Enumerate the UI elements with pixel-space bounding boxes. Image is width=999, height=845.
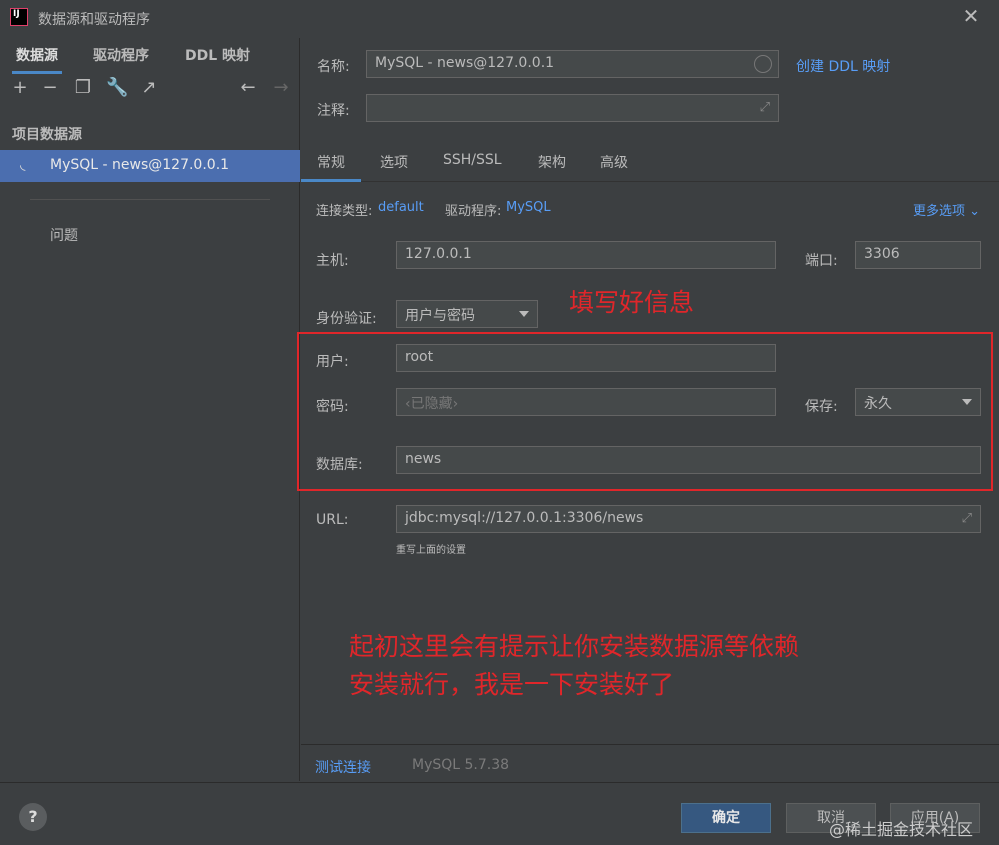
color-circle-icon[interactable] (754, 55, 772, 73)
password-field[interactable]: ‹已隐藏› (396, 388, 776, 416)
save-select[interactable]: 永久 (855, 388, 981, 416)
project-datasources-label: 项目数据源 (12, 127, 82, 143)
name-label: 名称: (317, 59, 350, 75)
tab-ddl-mappings[interactable]: DDL 映射 (185, 45, 250, 65)
url-hint: 重写上面的设置 (396, 545, 466, 556)
host-field[interactable]: 127.0.0.1 (396, 241, 776, 269)
tab-options[interactable]: 选项 (380, 152, 408, 172)
help-icon[interactable]: ? (19, 803, 47, 831)
user-label: 用户: (316, 354, 349, 370)
create-ddl-mapping-link[interactable]: 创建 DDL 映射 (796, 56, 890, 76)
auth-label: 身份验证: (316, 311, 377, 327)
sidebar: 数据源 驱动程序 DDL 映射 + − ❐ 🔧 ↗ ← → 项目数据源 ◟ My… (0, 38, 300, 781)
annotation-install-line2: 安装就行，我是一下安装好了 (349, 670, 675, 699)
ok-button[interactable]: 确定 (681, 803, 771, 833)
dialog-footer: ? 确定 取消 应用(A) @稀土掘金技术社区 (0, 782, 999, 845)
auth-select[interactable]: 用户与密码 (396, 300, 538, 328)
comment-field[interactable]: ⤢ (366, 94, 779, 122)
forward-arrow-icon[interactable]: → (271, 78, 291, 98)
url-value: jdbc:mysql://127.0.0.1:3306/news (405, 510, 644, 526)
watermark: @稀土掘金技术社区 (829, 820, 974, 839)
auth-value: 用户与密码 (405, 308, 475, 324)
port-field[interactable]: 3306 (855, 241, 981, 269)
remove-icon[interactable]: − (40, 78, 60, 98)
dropdown-caret-icon (962, 399, 972, 405)
save-value: 永久 (864, 396, 892, 412)
mysql-dolphin-icon: ◟ (20, 157, 26, 173)
dropdown-caret-icon (519, 311, 529, 317)
name-field[interactable]: MySQL - news@127.0.0.1 (366, 50, 779, 78)
host-label: 主机: (316, 253, 349, 269)
database-label: 数据库: (316, 457, 363, 473)
window-title: 数据源和驱动程序 (38, 12, 150, 28)
port-label: 端口: (805, 253, 838, 269)
server-version: MySQL 5.7.38 (412, 757, 510, 773)
sidebar-tabs: 数据源 驱动程序 DDL 映射 (0, 38, 300, 74)
url-label: URL: (316, 512, 349, 528)
wrench-icon[interactable]: 🔧 (106, 78, 128, 98)
more-options-label: 更多选项 (913, 204, 966, 219)
tab-schemas[interactable]: 架构 (538, 152, 566, 172)
form-tabs: 常规 选项 SSH/SSL 架构 高级 (301, 150, 999, 182)
tab-general[interactable]: 常规 (301, 152, 361, 182)
tab-ssh-ssl[interactable]: SSH/SSL (443, 152, 502, 168)
expand-icon[interactable]: ⤢ (962, 511, 972, 526)
jump-to-icon[interactable]: ↗ (139, 78, 159, 98)
expand-icon[interactable]: ⤢ (760, 100, 770, 115)
comment-label: 注释: (317, 103, 350, 119)
close-icon[interactable]: ✕ (961, 6, 981, 26)
tab-drivers[interactable]: 驱动程序 (93, 45, 149, 65)
driver-label: 驱动程序: (445, 204, 502, 219)
database-field[interactable]: news (396, 446, 981, 474)
back-arrow-icon[interactable]: ← (238, 78, 258, 98)
url-field[interactable]: jdbc:mysql://127.0.0.1:3306/news ⤢ (396, 505, 981, 533)
add-icon[interactable]: + (10, 78, 30, 98)
annotation-install-line1: 起初这里会有提示让你安装数据源等依赖 (349, 632, 800, 661)
main-panel: 名称: MySQL - news@127.0.0.1 创建 DDL 映射 注释:… (297, 38, 999, 781)
connection-type-label: 连接类型: (316, 204, 373, 219)
driver-value[interactable]: MySQL (506, 200, 551, 215)
password-label: 密码: (316, 399, 349, 415)
duplicate-icon[interactable]: ❐ (73, 78, 93, 98)
divider (30, 199, 270, 200)
user-field[interactable]: root (396, 344, 776, 372)
save-label: 保存: (805, 399, 838, 415)
annotation-fill-info: 填写好信息 (569, 288, 695, 317)
datasource-item[interactable]: ◟ MySQL - news@127.0.0.1 (0, 150, 300, 182)
connection-type-value[interactable]: default (378, 200, 424, 215)
test-connection-link[interactable]: 测试连接 (315, 757, 371, 777)
intellij-app-icon (10, 8, 28, 26)
divider (301, 744, 999, 745)
title-bar: 数据源和驱动程序 ✕ (0, 0, 999, 38)
more-options-link[interactable]: 更多选项 ⌄ (913, 200, 980, 219)
tab-datasources[interactable]: 数据源 (12, 45, 62, 74)
chevron-down-icon: ⌄ (969, 204, 981, 219)
problems-item[interactable]: 问题 (50, 225, 78, 245)
name-value: MySQL - news@127.0.0.1 (375, 55, 555, 71)
tab-advanced[interactable]: 高级 (600, 152, 628, 172)
datasource-label: MySQL - news@127.0.0.1 (50, 157, 230, 173)
